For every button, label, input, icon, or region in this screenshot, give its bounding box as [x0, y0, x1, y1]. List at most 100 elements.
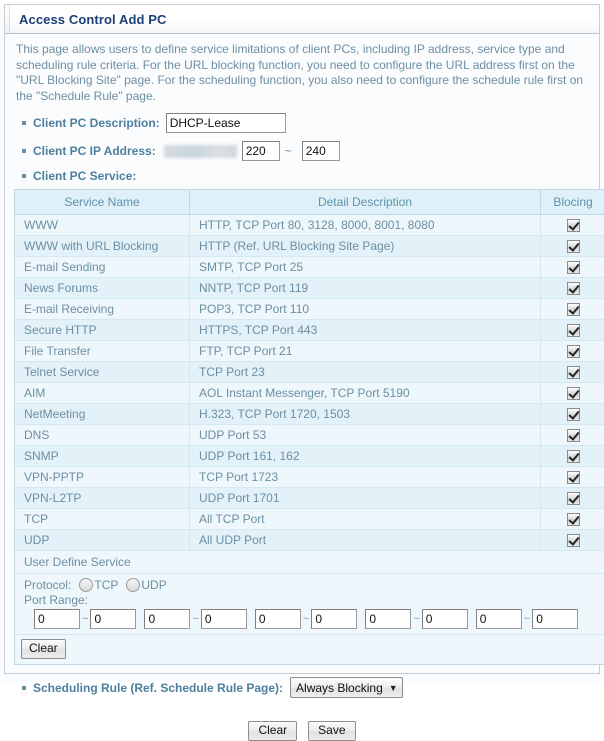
cell-blocking: [541, 257, 604, 278]
page-root: Access Control Add PC This page allows u…: [0, 4, 604, 682]
blocking-checkbox[interactable]: [567, 240, 580, 253]
scheduling-rule-row: Scheduling Rule (Ref. Schedule Rule Page…: [14, 677, 590, 698]
table-row: Secure HTTPHTTPS, TCP Port 443: [15, 320, 604, 341]
ip-range-start-input[interactable]: [242, 141, 280, 161]
cell-blocking: [541, 467, 604, 488]
cell-detail-description: TCP Port 1723: [190, 467, 541, 488]
protocol-radio-udp[interactable]: [126, 578, 140, 592]
cell-detail-description: HTTP, TCP Port 80, 3128, 8000, 8001, 808…: [190, 215, 541, 236]
cell-service-name: Secure HTTP: [15, 320, 190, 341]
page-panel: This page allows users to define service…: [4, 34, 600, 674]
port-range-separator: ~: [524, 613, 530, 625]
user-define-clear-row: Clear: [15, 635, 604, 665]
user-define-section: User Define Service Protocol: TCP UDP Po…: [15, 551, 604, 665]
cell-detail-description: All UDP Port: [190, 530, 541, 551]
header-detail-description: Detail Description: [190, 190, 541, 215]
protocol-radio-tcp[interactable]: [79, 578, 93, 592]
port-range-1-to-input[interactable]: [90, 609, 136, 629]
blocking-checkbox[interactable]: [567, 471, 580, 484]
table-row: SNMPUDP Port 161, 162: [15, 446, 604, 467]
cell-detail-description: All TCP Port: [190, 509, 541, 530]
scheduling-rule-label: Scheduling Rule (Ref. Schedule Rule Page…: [33, 681, 283, 695]
blocking-checkbox[interactable]: [567, 303, 580, 316]
service-table-body: WWWHTTP, TCP Port 80, 3128, 8000, 8001, …: [15, 215, 604, 551]
port-range-3-from-input[interactable]: [255, 609, 301, 629]
client-pc-service-row: Client PC Service:: [14, 169, 590, 183]
blocking-checkbox[interactable]: [567, 324, 580, 337]
client-pc-description-input[interactable]: [166, 113, 286, 133]
window-titlebar: Access Control Add PC: [4, 4, 600, 34]
table-row: WWW with URL BlockingHTTP (Ref. URL Bloc…: [15, 236, 604, 257]
cell-service-name: E-mail Sending: [15, 257, 190, 278]
service-table-header-row: Service Name Detail Description Blocing: [15, 190, 604, 215]
cell-service-name: File Transfer: [15, 341, 190, 362]
port-range-4-to-input[interactable]: [422, 609, 468, 629]
cell-service-name: DNS: [15, 425, 190, 446]
cell-detail-description: SMTP, TCP Port 25: [190, 257, 541, 278]
port-range-5-to-input[interactable]: [532, 609, 578, 629]
table-row: File TransferFTP, TCP Port 21: [15, 341, 604, 362]
cell-service-name: UDP: [15, 530, 190, 551]
footer-buttons: Clear Save: [14, 721, 590, 741]
ip-range-end-input[interactable]: [302, 141, 340, 161]
cell-service-name: E-mail Receiving: [15, 299, 190, 320]
port-range-3-to-input[interactable]: [311, 609, 357, 629]
cell-detail-description: AOL Instant Messenger, TCP Port 5190: [190, 383, 541, 404]
blocking-checkbox[interactable]: [567, 387, 580, 400]
table-row: VPN-PPTPTCP Port 1723: [15, 467, 604, 488]
table-row: UDPAll UDP Port: [15, 530, 604, 551]
port-range-separator: ~: [82, 613, 88, 625]
table-row: DNSUDP Port 53: [15, 425, 604, 446]
port-range-2-from-input[interactable]: [144, 609, 190, 629]
blocking-checkbox[interactable]: [567, 513, 580, 526]
cell-blocking: [541, 278, 604, 299]
port-range-5-from-input[interactable]: [476, 609, 522, 629]
cell-service-name: WWW with URL Blocking: [15, 236, 190, 257]
port-range-label: Port Range:: [24, 593, 604, 607]
cell-detail-description: UDP Port 53: [190, 425, 541, 446]
user-define-clear-button[interactable]: Clear: [21, 639, 66, 659]
cell-blocking: [541, 341, 604, 362]
blocking-checkbox[interactable]: [567, 408, 580, 421]
blocking-checkbox[interactable]: [567, 429, 580, 442]
port-range-4-from-input[interactable]: [365, 609, 411, 629]
table-row: NetMeetingH.323, TCP Port 1720, 1503: [15, 404, 604, 425]
protocol-line: Protocol: TCP UDP: [24, 578, 604, 592]
client-pc-ip-row: Client PC IP Address: ~: [14, 141, 590, 161]
chevron-down-icon: ▼: [389, 683, 398, 693]
blocking-checkbox[interactable]: [567, 219, 580, 232]
blocking-checkbox[interactable]: [567, 492, 580, 505]
blocking-checkbox[interactable]: [567, 345, 580, 358]
port-range-1-from-input[interactable]: [34, 609, 80, 629]
table-row: AIMAOL Instant Messenger, TCP Port 5190: [15, 383, 604, 404]
table-row: Telnet ServiceTCP Port 23: [15, 362, 604, 383]
header-blocking: Blocing: [541, 190, 604, 215]
clear-button[interactable]: Clear: [248, 721, 297, 741]
cell-blocking: [541, 425, 604, 446]
bullet-icon: [22, 686, 26, 690]
table-row: News ForumsNNTP, TCP Port 119: [15, 278, 604, 299]
scheduling-rule-selected-value: Always Blocking: [296, 681, 383, 695]
scheduling-rule-select[interactable]: Always Blocking ▼: [290, 677, 403, 698]
blocking-checkbox[interactable]: [567, 450, 580, 463]
table-row: VPN-L2TPUDP Port 1701: [15, 488, 604, 509]
cell-blocking: [541, 236, 604, 257]
client-pc-service-label: Client PC Service:: [33, 169, 136, 183]
save-button[interactable]: Save: [308, 721, 355, 741]
port-range-2-to-input[interactable]: [201, 609, 247, 629]
blocking-checkbox[interactable]: [567, 261, 580, 274]
cell-service-name: News Forums: [15, 278, 190, 299]
cell-service-name: VPN-PPTP: [15, 467, 190, 488]
client-pc-description-label: Client PC Description:: [33, 116, 160, 130]
cell-detail-description: H.323, TCP Port 1720, 1503: [190, 404, 541, 425]
port-range-inputs: ~~~~~: [24, 609, 604, 629]
cell-blocking: [541, 383, 604, 404]
service-table: Service Name Detail Description Blocing …: [14, 189, 604, 665]
blocking-checkbox[interactable]: [567, 366, 580, 379]
blocking-checkbox[interactable]: [567, 282, 580, 295]
blocking-checkbox[interactable]: [567, 534, 580, 547]
cell-detail-description: HTTP (Ref. URL Blocking Site Page): [190, 236, 541, 257]
cell-detail-description: POP3, TCP Port 110: [190, 299, 541, 320]
user-define-title-row: User Define Service: [15, 551, 604, 574]
cell-blocking: [541, 320, 604, 341]
